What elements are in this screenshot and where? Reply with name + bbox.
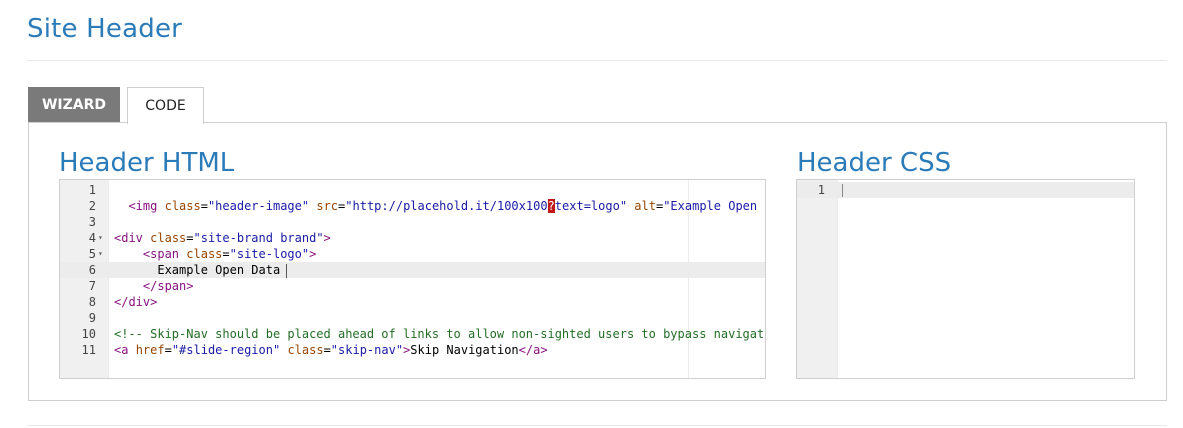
header-css-heading: Header CSS bbox=[797, 148, 952, 178]
code-line[interactable]: 9 bbox=[60, 310, 765, 326]
code-line[interactable]: 5 ▾ <span class="site-logo"> bbox=[60, 246, 765, 262]
title-divider bbox=[27, 60, 1167, 61]
fold-toggle-icon[interactable]: ▾ bbox=[98, 246, 103, 262]
line-number: 1 bbox=[88, 183, 96, 197]
text-caret bbox=[286, 263, 288, 278]
bottom-divider bbox=[27, 425, 1167, 426]
line-number: 11 bbox=[81, 343, 96, 357]
line-number: 9 bbox=[88, 311, 96, 325]
text-caret bbox=[842, 184, 843, 197]
tab-wizard[interactable]: WIZARD bbox=[28, 87, 120, 123]
code-line[interactable]: 6 Example Open Data bbox=[60, 262, 765, 278]
code-text: Example Open Data bbox=[114, 262, 288, 278]
matched-char: ? bbox=[547, 199, 555, 213]
code-line[interactable]: 4 ▾ <div class="site-brand brand"> bbox=[60, 230, 765, 246]
code-text: <a href="#slide-region" class="skip-nav"… bbox=[114, 343, 548, 357]
code-text: <div class="site-brand brand"> bbox=[114, 231, 331, 245]
line-number-gutter bbox=[797, 180, 838, 378]
code-line[interactable]: 3 bbox=[60, 214, 765, 230]
line-number: 8 bbox=[88, 295, 96, 309]
code-text: <!-- Skip-Nav should be placed ahead of … bbox=[114, 327, 766, 341]
page-title: Site Header bbox=[27, 14, 183, 44]
tab-code[interactable]: CODE bbox=[127, 87, 204, 124]
code-text: <img class="header-image" src="http://pl… bbox=[128, 199, 766, 213]
code-line[interactable]: 1 bbox=[60, 182, 765, 198]
line-number: 1 bbox=[817, 183, 825, 197]
code-line[interactable]: 7 </span> bbox=[60, 278, 765, 294]
code-text: </span> bbox=[142, 279, 194, 293]
header-html-editor[interactable]: 12 <img class="header-image" src="http:/… bbox=[59, 179, 766, 379]
code-text: </div> bbox=[114, 295, 158, 309]
code-text: <span class="site-logo"> bbox=[142, 247, 317, 261]
line-number: 6 bbox=[88, 263, 96, 277]
code-line[interactable]: 10 <!-- Skip-Nav should be placed ahead o… bbox=[60, 326, 765, 342]
header-html-heading: Header HTML bbox=[59, 148, 235, 178]
line-number: 10 bbox=[81, 327, 96, 341]
code-line[interactable]: 11 <a href="#slide-region" class="skip-na… bbox=[60, 342, 765, 358]
line-number: 2 bbox=[88, 199, 96, 213]
line-number: 4 bbox=[88, 231, 96, 245]
code-line[interactable]: 2 <img class="header-image" src="http://… bbox=[60, 198, 765, 214]
fold-toggle-icon[interactable]: ▾ bbox=[98, 230, 103, 246]
line-number: 3 bbox=[88, 215, 96, 229]
code-line[interactable]: 1 bbox=[797, 182, 1134, 198]
line-number: 5 bbox=[88, 247, 96, 261]
header-css-editor[interactable]: 1 bbox=[796, 179, 1135, 379]
code-line[interactable]: 8 </div> bbox=[60, 294, 765, 310]
line-number: 7 bbox=[88, 279, 96, 293]
